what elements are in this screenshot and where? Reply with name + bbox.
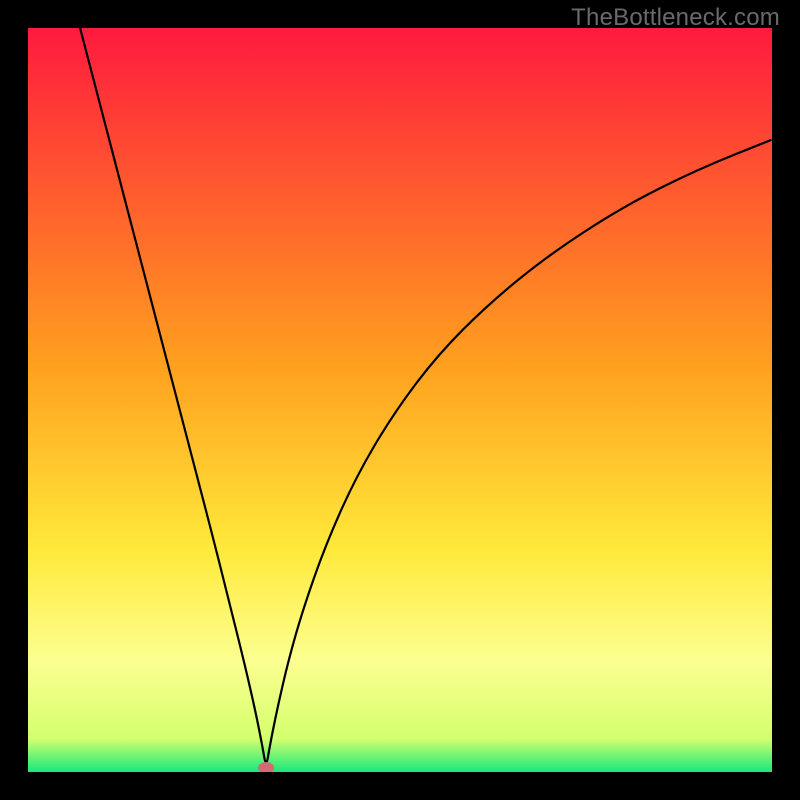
gradient-background (28, 28, 772, 772)
plot-area (28, 28, 772, 772)
chart-svg (28, 28, 772, 772)
chart-frame: TheBottleneck.com (0, 0, 800, 800)
